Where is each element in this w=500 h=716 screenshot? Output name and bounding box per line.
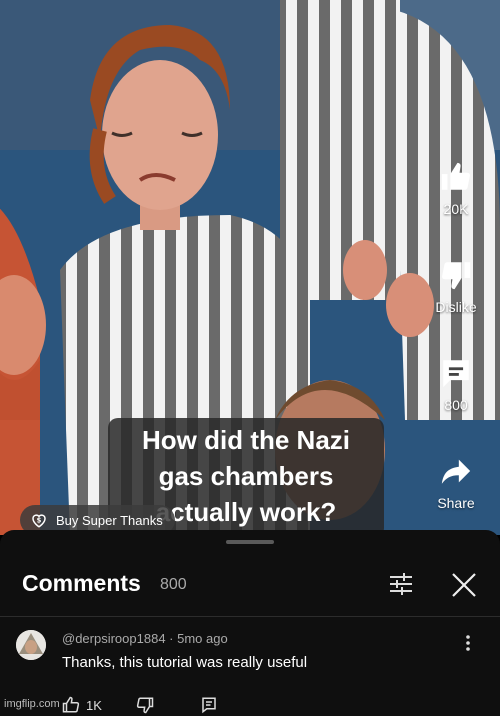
- avatar-image: [16, 630, 46, 660]
- watermark: imgflip.com: [4, 698, 60, 710]
- close-button[interactable]: [451, 572, 477, 603]
- drag-handle[interactable]: [226, 540, 274, 544]
- sliders-icon: [390, 573, 412, 595]
- thumbs-down-icon: [442, 262, 471, 290]
- filter-button[interactable]: [388, 572, 414, 601]
- caption-line: How did the Nazi: [142, 425, 350, 455]
- thumbs-down-icon[interactable]: [136, 696, 154, 714]
- comment-time: 5mo ago: [177, 631, 228, 646]
- comment-author[interactable]: @derpsiroop1884: [62, 631, 166, 646]
- caption-line: gas chambers: [158, 461, 334, 491]
- svg-text:$: $: [37, 516, 42, 524]
- share-label: Share: [437, 495, 475, 511]
- dislike-action[interactable]: Dislike: [426, 258, 486, 315]
- comments-action[interactable]: 800: [426, 356, 486, 413]
- share-action[interactable]: Share: [426, 454, 486, 511]
- reply-icon[interactable]: [200, 696, 218, 714]
- meta-separator: ·: [169, 631, 178, 646]
- comment-actions: 1K: [62, 696, 218, 714]
- like-count: 20K: [443, 201, 469, 217]
- thumbs-up-icon[interactable]: [62, 696, 80, 714]
- comments-count: 800: [160, 576, 187, 593]
- comments-sheet: Comments 800 @derpsiroop1884 · 5mo ago T…: [0, 530, 500, 716]
- comment-like-count: 1K: [86, 697, 102, 713]
- super-thanks-label: Buy Super Thanks: [56, 512, 163, 528]
- comment-icon: [443, 360, 469, 388]
- like-action[interactable]: 20K: [426, 160, 486, 217]
- comment-count: 800: [444, 397, 468, 413]
- avatar[interactable]: [16, 630, 46, 660]
- comment-meta: @derpsiroop1884 · 5mo ago: [62, 631, 228, 646]
- super-thanks-icon: $: [32, 514, 46, 528]
- comments-title: Comments: [22, 570, 141, 596]
- comment-menu-button[interactable]: [464, 634, 472, 657]
- share-icon: [441, 459, 471, 484]
- video-player[interactable]: 20K Dislike 800 Share How did the Nazi g…: [0, 0, 500, 535]
- more-vertical-icon: [466, 635, 470, 651]
- dislike-label: Dislike: [435, 299, 477, 315]
- comment-text: Thanks, this tutorial was really useful: [62, 654, 308, 671]
- thumbs-up-icon: [441, 162, 470, 190]
- divider: [0, 616, 500, 617]
- close-icon: [452, 573, 476, 597]
